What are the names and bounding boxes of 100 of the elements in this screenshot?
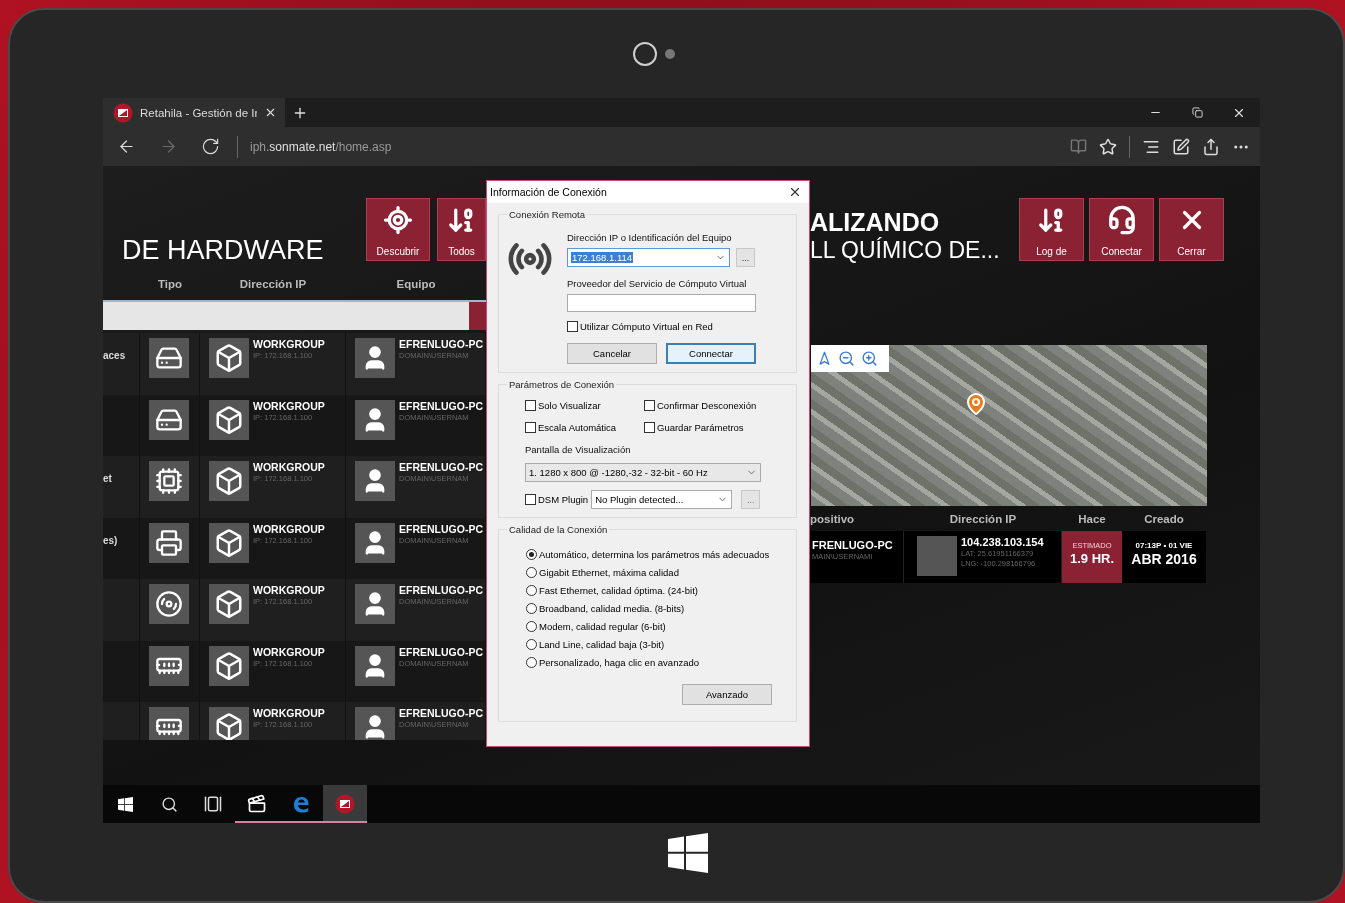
quality-radio[interactable]: Automático, determina los parámetros más adecuados xyxy=(526,549,788,560)
option-checkbox[interactable]: Escala Automática xyxy=(525,422,644,433)
close-icon[interactable] xyxy=(264,106,277,119)
column-header: Tipo xyxy=(156,278,184,290)
close-icon xyxy=(788,185,802,199)
quality-radio[interactable]: Land Line, calidad baja (3-bit) xyxy=(526,639,788,650)
user-icon xyxy=(355,707,395,740)
user-icon xyxy=(355,645,395,686)
app-icon xyxy=(335,794,355,814)
action-tile[interactable]: Todos xyxy=(437,198,486,261)
zoom-in-icon[interactable] xyxy=(861,350,878,367)
workgroup-name: WORKGROUP xyxy=(253,461,325,473)
column-header: Dirección IP xyxy=(238,278,308,290)
action-tile[interactable]: Cerrar xyxy=(1159,198,1224,261)
dialog-button[interactable]: Cancelar xyxy=(567,343,657,364)
workgroup-name: WORKGROUP xyxy=(253,522,325,535)
cube-icon xyxy=(209,399,249,440)
taskbar-button[interactable] xyxy=(323,785,367,823)
workgroup-name: WORKGROUP xyxy=(253,707,325,719)
cube-icon xyxy=(209,522,249,563)
computer-name: EFRENLUGO-PC xyxy=(399,338,483,350)
note-icon[interactable] xyxy=(1172,137,1190,156)
quality-radio[interactable]: Fast Ethernet, calidad óptima. (24-bit) xyxy=(526,585,788,596)
user-icon xyxy=(355,584,395,624)
field-label: Dirección IP o Identificación del Equipo xyxy=(567,232,733,243)
compass-icon[interactable] xyxy=(817,351,832,366)
estimate-value: 1.9 HR. xyxy=(1069,551,1115,566)
dialog-title: Información de Conexión xyxy=(490,186,608,198)
quality-radio[interactable]: Gigabit Ethernet, máxima calidad xyxy=(526,567,788,578)
cube-icon xyxy=(209,461,249,501)
option-checkbox[interactable]: Confirmar Desconexión xyxy=(644,400,788,411)
search-icon xyxy=(160,795,178,813)
user-icon xyxy=(355,461,395,501)
group-legend: Conexión Remota xyxy=(507,209,588,220)
quality-radio[interactable]: Personalizado, haga clic en avanzado xyxy=(526,657,788,668)
dialog-button[interactable]: Connectar xyxy=(666,343,756,364)
column-header: Hace xyxy=(1077,512,1107,525)
ip-address: 104.238.103.154 xyxy=(961,536,1044,548)
row-label: es) xyxy=(103,533,118,546)
computer-name: FRENLUGO-PC xyxy=(812,539,893,551)
user-icon xyxy=(355,522,395,563)
column-header: Equipo xyxy=(395,278,437,290)
refresh-icon xyxy=(200,137,220,156)
user-icon xyxy=(355,338,395,378)
action-tile[interactable]: Descubrir xyxy=(366,198,430,261)
page-title: DE HARDWARE xyxy=(121,234,325,267)
share-icon[interactable] xyxy=(1202,137,1220,156)
provider-field[interactable] xyxy=(567,294,756,312)
workgroup-name: WORKGROUP xyxy=(253,584,325,596)
plugin-select[interactable]: No Plugin detected... xyxy=(591,490,733,509)
headset-icon xyxy=(1106,205,1137,235)
group-legend: Calidad de la Conexión xyxy=(507,524,610,535)
column-header: Dirección IP xyxy=(948,512,1018,525)
quality-radio[interactable]: Modem, calidad regular (6-bit) xyxy=(526,621,788,632)
sensor-icon xyxy=(665,49,675,59)
action-tile[interactable]: Log de xyxy=(1019,198,1084,261)
advanced-button[interactable]: Avanzado xyxy=(682,684,772,705)
computer-name: EFRENLUGO-PC xyxy=(399,707,483,719)
group-legend: Parámetros de Conexión xyxy=(507,379,617,390)
crosshair-icon xyxy=(383,205,413,235)
windows-logo-icon xyxy=(117,796,133,812)
filter-bar[interactable] xyxy=(103,300,486,330)
display-select[interactable]: 1. 1280 x 800 @ -1280,-32 - 32-bit - 60 Hz xyxy=(525,463,761,482)
filter-marker xyxy=(469,302,486,330)
action-tile[interactable]: Conectar xyxy=(1089,198,1154,261)
computer-name: EFRENLUGO-PC xyxy=(399,461,483,473)
browse-button[interactable]: ... xyxy=(736,248,755,267)
browser-icon xyxy=(291,794,311,814)
field-label: Pantalla de Visualización xyxy=(525,444,632,455)
column-header: Creado xyxy=(1143,512,1185,525)
computer-name: EFRENLUGO-PC xyxy=(399,645,483,658)
page-title: ALIZANDO xyxy=(810,208,941,236)
option-checkbox[interactable]: Guardar Parámetros xyxy=(644,422,788,433)
reading-view-icon[interactable] xyxy=(1070,138,1087,155)
row-label: aces xyxy=(103,349,126,361)
created-time: 07:13P • 01 VIE xyxy=(1135,541,1193,550)
workgroup-name: WORKGROUP xyxy=(253,338,325,350)
option-checkbox[interactable]: Solo Visualizar xyxy=(525,400,644,411)
favorite-icon[interactable] xyxy=(1099,137,1117,156)
hard-drive-icon xyxy=(149,399,189,440)
map-pin-icon xyxy=(964,392,988,416)
created-date: ABR 2016 xyxy=(1131,551,1197,567)
cube-icon xyxy=(209,645,249,686)
workgroup-name: WORKGROUP xyxy=(253,399,325,412)
hard-drive-icon xyxy=(149,338,189,378)
task-view-icon xyxy=(204,795,222,813)
zoom-out-icon[interactable] xyxy=(838,350,855,367)
chip-icon xyxy=(149,461,189,501)
ip-combo[interactable]: 172.168.1.114 xyxy=(567,248,730,267)
photo-placeholder xyxy=(917,536,957,576)
cube-icon xyxy=(209,707,249,740)
computer-name: EFRENLUGO-PC xyxy=(399,584,483,596)
column-header: positivo xyxy=(810,512,856,525)
dsm-checkbox[interactable]: DSM Plugin xyxy=(525,494,589,505)
row-label: et xyxy=(103,472,112,484)
quality-radio[interactable]: Broadband, calidad media. (8-bits) xyxy=(526,603,788,614)
favicon-icon xyxy=(113,102,133,123)
cube-icon xyxy=(209,584,249,624)
cube-icon xyxy=(209,338,249,378)
virtual-checkbox[interactable]: Utilizar Cómputo Virtual en Red xyxy=(567,321,756,332)
